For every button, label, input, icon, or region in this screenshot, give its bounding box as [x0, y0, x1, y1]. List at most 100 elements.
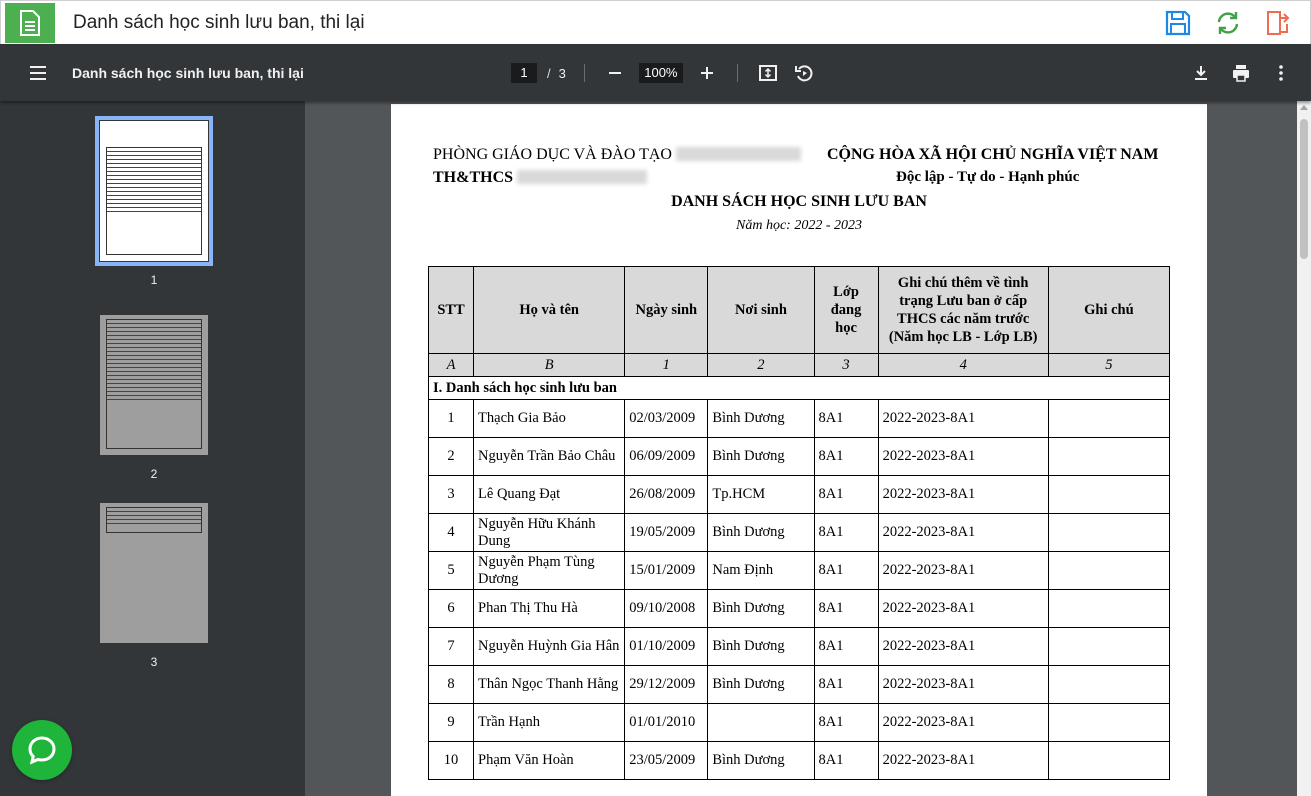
thumbnail-page-3[interactable]: 3 — [100, 503, 208, 669]
table-row: 8 Thân Ngọc Thanh Hằng 29/12/2009 Bình Dươn… — [427, 665, 1171, 704]
column-code: 4 — [877, 353, 1049, 377]
student-table: STT Họ và tên Ngày sinh Nơi sinh Lớp đan… — [427, 266, 1171, 780]
column-code: 3 — [813, 353, 879, 377]
cell-retention-note: 2022-2023-8A1 — [877, 703, 1049, 742]
redacted-text — [517, 170, 648, 184]
document-viewport[interactable]: PHÒNG GIÁO DỤC VÀ ĐÀO TẠO TH&THCS CỘNG H… — [305, 101, 1297, 796]
zoom-input[interactable]: 100% — [638, 63, 683, 83]
col-header-birthplace: Nơi sinh — [707, 266, 815, 354]
cell-retention-note: 2022-2023-8A1 — [877, 589, 1049, 628]
chat-bubble-icon[interactable] — [12, 720, 72, 780]
cell-dob: 09/10/2008 — [624, 589, 709, 628]
cell-name: Trần Hạnh — [473, 703, 626, 742]
more-options-icon[interactable] — [1269, 61, 1293, 85]
cell-dob: 02/03/2009 — [624, 399, 709, 438]
table-row: 2 Nguyễn Trần Bảo Châu 06/09/2009 Bình Dươn… — [427, 437, 1171, 476]
republic-header: CỘNG HÒA XÃ HỘI CHỦ NGHĨA VIỆT NAM — [827, 146, 1159, 163]
save-icon[interactable] — [1164, 9, 1192, 37]
document-page: PHÒNG GIÁO DỤC VÀ ĐÀO TẠO TH&THCS CỘNG H… — [391, 104, 1207, 796]
zoom-out-icon[interactable] — [603, 61, 627, 85]
cell-remark — [1047, 551, 1171, 590]
scrollbar-thumb[interactable] — [1300, 119, 1308, 259]
thumbnail-page-2[interactable]: 2 — [100, 315, 208, 481]
thumbnail-image — [100, 315, 208, 455]
thumbnail-image — [95, 116, 213, 266]
thumbnail-label: 1 — [150, 273, 158, 287]
app-title: Danh sách học sinh lưu ban, thi lại — [73, 12, 365, 33]
page-separator: / — [547, 65, 551, 81]
thumbnail-label: 2 — [150, 467, 158, 481]
thumbnail-label: 3 — [150, 655, 158, 669]
table-row: 9 Trần Hạnh 01/01/2010 8A1 2022-2023-8A1 — [427, 703, 1171, 742]
page-total: 3 — [558, 65, 566, 81]
cell-name: Nguyễn Hữu Khánh Dung — [473, 513, 626, 552]
cell-name: Thạch Gia Bảo — [473, 399, 626, 438]
cell-class: 8A1 — [813, 589, 879, 628]
cell-class: 8A1 — [813, 703, 879, 742]
cell-class: 8A1 — [813, 475, 879, 514]
page-number-input[interactable]: 1 — [511, 63, 537, 83]
zoom-in-icon[interactable] — [695, 61, 719, 85]
cell-birthplace — [707, 703, 815, 742]
cell-stt: 2 — [427, 437, 475, 476]
cell-stt: 4 — [427, 513, 475, 552]
cell-birthplace: Bình Dương — [707, 437, 815, 476]
cell-name: Lê Quang Đạt — [473, 475, 626, 514]
motto: Độc lập - Tự do - Hạnh phúc — [896, 169, 1080, 185]
cell-retention-note: 2022-2023-8A1 — [877, 551, 1049, 590]
cell-class: 8A1 — [813, 513, 879, 552]
cell-birthplace: Bình Dương — [707, 627, 815, 666]
column-code: A — [427, 353, 475, 377]
rotate-icon[interactable] — [792, 61, 816, 85]
cell-dob: 06/09/2009 — [624, 437, 709, 476]
cell-remark — [1047, 741, 1171, 780]
print-icon[interactable] — [1229, 61, 1253, 85]
thumbnail-table — [106, 507, 202, 533]
cell-stt: 5 — [427, 551, 475, 590]
col-header-retention-note: Ghi chú thêm về tình trạng Lưu ban ở cấp… — [877, 266, 1049, 354]
cell-stt: 6 — [427, 589, 475, 628]
cell-retention-note: 2022-2023-8A1 — [877, 665, 1049, 704]
cell-name: Thân Ngọc Thanh Hằng — [473, 665, 626, 704]
redacted-text — [675, 147, 801, 161]
thumbnail-table — [106, 147, 202, 255]
exit-icon[interactable] — [1264, 9, 1292, 37]
cell-name: Nguyễn Huỳnh Gia Hân — [473, 627, 626, 666]
toolbar-divider — [736, 64, 738, 82]
thumbnail-sidebar: 1 2 3 — [0, 101, 305, 796]
app-bar: Danh sách học sinh lưu ban, thi lại — [0, 0, 1311, 44]
cell-remark — [1047, 513, 1171, 552]
vertical-scrollbar[interactable] — [1297, 101, 1311, 796]
cell-remark — [1047, 703, 1171, 742]
cell-stt: 9 — [427, 703, 475, 742]
cell-remark — [1047, 437, 1171, 476]
cell-retention-note: 2022-2023-8A1 — [877, 741, 1049, 780]
scroll-up-icon[interactable] — [1300, 105, 1308, 110]
document-heading: DANH SÁCH HỌC SINH LƯU BAN — [671, 193, 927, 210]
document-title: Danh sách học sinh lưu ban, thi lại — [72, 65, 304, 81]
toolbar-divider — [583, 64, 585, 82]
cell-stt: 8 — [427, 665, 475, 704]
thumbnail-page-1[interactable]: 1 — [95, 116, 213, 287]
cell-remark — [1047, 399, 1171, 438]
cell-class: 8A1 — [813, 741, 879, 780]
col-header-stt: STT — [427, 266, 475, 354]
table-row: 6 Phan Thị Thu Hà 09/10/2008 Bình Dương 8A1 2… — [427, 589, 1171, 628]
document-icon — [5, 3, 55, 43]
school-prefix: TH&THCS — [433, 169, 514, 186]
cell-class: 8A1 — [813, 551, 879, 590]
cell-dob: 26/08/2009 — [624, 475, 709, 514]
col-header-name: Họ và tên — [473, 266, 626, 354]
sync-icon[interactable] — [1214, 9, 1242, 37]
cell-remark — [1047, 665, 1171, 704]
cell-stt: 7 — [427, 627, 475, 666]
cell-birthplace: Nam Định — [707, 551, 815, 590]
download-icon[interactable] — [1189, 61, 1213, 85]
section-row: I. Danh sách học sinh lưu ban — [428, 376, 1170, 400]
fit-page-icon[interactable] — [756, 61, 780, 85]
menu-icon[interactable] — [26, 61, 50, 85]
table-row: 5 Nguyễn Phạm Tùng Dương 15/01/2009 Nam Địn… — [427, 551, 1171, 590]
cell-birthplace: Tp.HCM — [707, 475, 815, 514]
cell-stt: 1 — [427, 399, 475, 438]
cell-birthplace: Bình Dương — [707, 589, 815, 628]
